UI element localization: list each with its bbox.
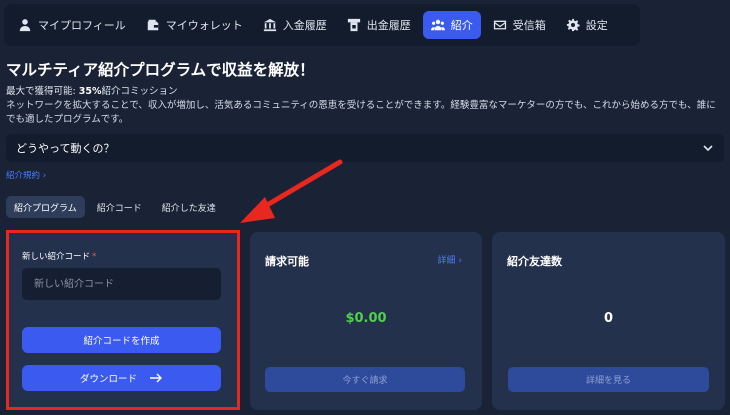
friends-count-title: 紹介友達数: [507, 255, 562, 268]
nav-label: 受信箱: [512, 19, 546, 32]
new-code-input[interactable]: [22, 268, 221, 300]
tab-referral-program[interactable]: 紹介プログラム: [6, 196, 85, 218]
nav-withdraw-history[interactable]: 出金履歴: [339, 11, 419, 39]
nav-label: 紹介: [450, 19, 473, 32]
required-mark: *: [92, 252, 97, 262]
nav-label: 出金履歴: [366, 19, 411, 32]
user-icon: [19, 19, 31, 32]
nav-label: マイウォレット: [165, 19, 243, 32]
referral-terms-link[interactable]: 紹介規約 ›: [6, 169, 46, 181]
claimable-amount: $0.00: [345, 311, 387, 326]
tab-referred-friends[interactable]: 紹介した友達: [154, 196, 224, 218]
page-title: マルチティア紹介プログラムで収益を解放！: [6, 61, 315, 79]
arrow-right-icon: [150, 373, 162, 383]
chevron-down-icon: [703, 145, 713, 152]
claimable-details-link[interactable]: 詳細 ›: [438, 253, 462, 266]
how-it-works-accordion[interactable]: どうやって動くの？: [6, 134, 724, 162]
top-navigation: マイプロフィール マイウォレット 入金履歴 出金履歴 紹介 受信箱 設定: [4, 4, 640, 46]
nav-settings[interactable]: 設定: [558, 11, 616, 39]
max-commission-line: 最大で獲得可能: 35%紹介コミッション: [6, 86, 178, 97]
nav-inbox[interactable]: 受信箱: [485, 11, 554, 39]
friends-count-card: 紹介友達数 0 詳細を見る: [492, 232, 725, 410]
deposit-icon: [263, 18, 276, 32]
program-description: ネットワークを拡大することで、収入が増加し、活気あるコミュニティの恩恵を受けるこ…: [6, 100, 716, 125]
claimable-card: 請求可能 詳細 › $0.00 今すぐ請求: [250, 232, 482, 410]
referral-tabs: 紹介プログラム 紹介コード 紹介した友達: [6, 196, 224, 218]
view-details-button[interactable]: 詳細を見る: [508, 367, 709, 392]
claimable-title: 請求可能: [265, 255, 309, 268]
withdraw-icon: [347, 18, 360, 32]
users-icon: [430, 19, 445, 31]
nav-my-profile[interactable]: マイプロフィール: [10, 11, 134, 39]
friends-count-value: 0: [603, 311, 614, 326]
create-code-button[interactable]: 紹介コードを作成: [22, 327, 221, 353]
nav-label: 設定: [585, 19, 608, 32]
new-code-label: 新しい紹介コード *: [22, 252, 97, 262]
mail-icon: [493, 20, 506, 30]
download-button[interactable]: ダウンロード: [22, 365, 221, 391]
new-code-card: 新しい紹介コード* 紹介コードを作成 ダウンロード: [6, 232, 240, 410]
tab-referral-codes[interactable]: 紹介コード: [89, 196, 150, 218]
nav-label: マイプロフィール: [38, 19, 126, 32]
nav-my-wallet[interactable]: マイウォレット: [138, 11, 251, 39]
nav-referral[interactable]: 紹介: [422, 11, 481, 39]
gear-icon: [566, 18, 580, 32]
nav-deposit-history[interactable]: 入金履歴: [255, 11, 335, 39]
claim-now-button[interactable]: 今すぐ請求: [265, 367, 465, 392]
wallet-icon: [147, 19, 159, 31]
accordion-label: どうやって動くの？: [16, 142, 115, 155]
nav-label: 入金履歴: [282, 19, 327, 32]
max-commission-value: 35%: [78, 86, 102, 97]
